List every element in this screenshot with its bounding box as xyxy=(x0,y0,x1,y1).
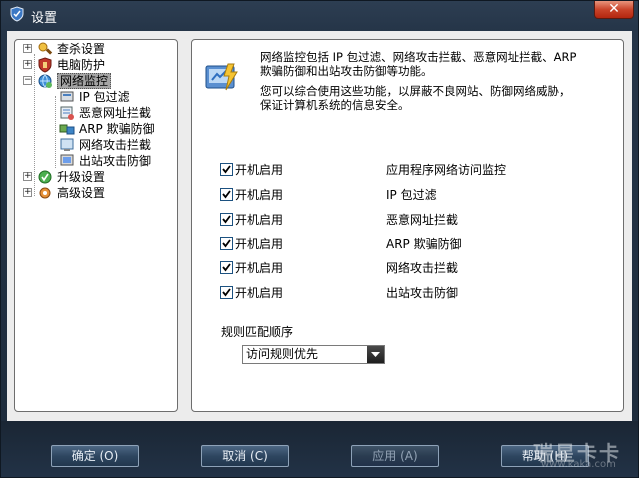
option-label[interactable]: 开机启用 xyxy=(235,162,283,178)
rule-order-value: 访问规则优先 xyxy=(246,347,319,361)
startup-checkbox[interactable] xyxy=(220,163,233,176)
rule-order-label: 规则匹配顺序 xyxy=(221,325,294,339)
startup-checkbox[interactable] xyxy=(220,237,233,250)
tree-item-label: 升级设置 xyxy=(57,170,106,184)
option-label[interactable]: 开机启用 xyxy=(235,187,283,203)
option-label[interactable]: 开机启用 xyxy=(235,285,283,301)
expand-toggle[interactable]: + xyxy=(23,60,32,69)
option-label[interactable]: 开机启用 xyxy=(235,260,283,276)
tree-item-label: 高级设置 xyxy=(57,186,106,200)
outbound-defense-icon xyxy=(60,154,74,166)
option-feature: 应用程序网络访问监控 xyxy=(386,163,507,177)
network-shield-icon xyxy=(205,63,238,91)
description-line: 您可以综合使用这些功能，以屏蔽不良网站、防御网络威胁， xyxy=(260,84,571,98)
close-icon: ✕ xyxy=(608,1,620,17)
expand-toggle[interactable]: + xyxy=(23,44,32,53)
ok-button[interactable]: 确定 (O) xyxy=(51,445,139,467)
collapse-toggle[interactable]: − xyxy=(23,76,32,85)
option-feature: IP 包过滤 xyxy=(386,188,437,202)
shield-icon xyxy=(38,57,52,73)
window-title: 设置 xyxy=(31,11,58,26)
cancel-button[interactable]: 取消 (C) xyxy=(201,445,289,467)
description-line: 网络监控包括 IP 包过滤、网络攻击拦截、恶意网址拦截、ARP xyxy=(260,50,577,64)
option-feature: 网络攻击拦截 xyxy=(386,261,459,275)
magnifier-shield-icon xyxy=(38,42,53,55)
gear-icon xyxy=(39,187,51,199)
arp-defense-icon xyxy=(59,124,75,135)
chevron-down-icon xyxy=(371,352,380,357)
settings-tree: + 查杀设置 + 电脑防护 − 网络监控 IP 包过滤 恶意网址拦截 ARP 欺… xyxy=(14,39,178,412)
description-line: 欺骗防御和出站攻击防御等功能。 xyxy=(260,64,433,78)
option-label[interactable]: 开机启用 xyxy=(235,212,283,228)
url-block-icon xyxy=(60,106,74,120)
title-bar[interactable]: 设置 ✕ xyxy=(1,1,638,29)
settings-window: 设置 ✕ + 查杀设置 + 电脑防护 − 网络监控 IP 包过滤 恶意网址拦截 … xyxy=(0,0,639,478)
upgrade-icon xyxy=(38,170,52,184)
apply-button[interactable]: 应用 (A) xyxy=(351,445,439,467)
tree-item-label: 出站攻击防御 xyxy=(79,154,152,168)
check-icon xyxy=(222,239,231,248)
tree-item-label: 恶意网址拦截 xyxy=(79,106,152,120)
option-feature: 出站攻击防御 xyxy=(386,286,459,300)
option-label[interactable]: 开机启用 xyxy=(235,236,283,252)
tree-line xyxy=(34,54,35,196)
rule-order-select[interactable]: 访问规则优先 xyxy=(242,345,385,364)
close-button[interactable]: ✕ xyxy=(594,1,634,19)
globe-network-icon xyxy=(38,74,52,88)
tree-line xyxy=(55,96,56,168)
check-icon xyxy=(222,263,231,272)
option-feature: ARP 欺骗防御 xyxy=(386,237,462,251)
tree-item-label: 电脑防护 xyxy=(57,58,106,72)
check-icon xyxy=(222,215,231,224)
check-icon xyxy=(222,190,231,199)
option-feature: 恶意网址拦截 xyxy=(386,213,459,227)
startup-checkbox[interactable] xyxy=(220,213,233,226)
attack-block-icon xyxy=(60,138,74,151)
network-monitor-panel: 网络监控包括 IP 包过滤、网络攻击拦截、恶意网址拦截、ARP 欺骗防御和出站攻… xyxy=(191,39,624,412)
tree-item-label: IP 包过滤 xyxy=(79,90,130,104)
watermark-url: www.kaka.com xyxy=(541,459,616,470)
expand-toggle[interactable]: + xyxy=(23,188,32,197)
tree-item-label: 网络攻击拦截 xyxy=(79,138,152,152)
startup-checkbox[interactable] xyxy=(220,261,233,274)
startup-checkbox[interactable] xyxy=(220,188,233,201)
ip-filter-icon xyxy=(60,91,74,102)
check-icon xyxy=(222,165,231,174)
tree-item-label: 网络监控 xyxy=(57,73,112,89)
feature-description: 网络监控包括 IP 包过滤、网络攻击拦截、恶意网址拦截、ARP 欺骗防御和出站攻… xyxy=(260,50,620,112)
expand-toggle[interactable]: + xyxy=(23,172,32,181)
app-shield-icon xyxy=(10,6,24,22)
description-line: 保证计算机系统的信息安全。 xyxy=(260,98,410,112)
dialog-body: + 查杀设置 + 电脑防护 − 网络监控 IP 包过滤 恶意网址拦截 ARP 欺… xyxy=(7,31,632,421)
startup-checkbox[interactable] xyxy=(220,286,233,299)
tree-item-label: 查杀设置 xyxy=(57,42,106,56)
check-icon xyxy=(222,288,231,297)
dropdown-arrow[interactable] xyxy=(367,346,384,363)
tree-item-label: ARP 欺骗防御 xyxy=(79,122,155,136)
